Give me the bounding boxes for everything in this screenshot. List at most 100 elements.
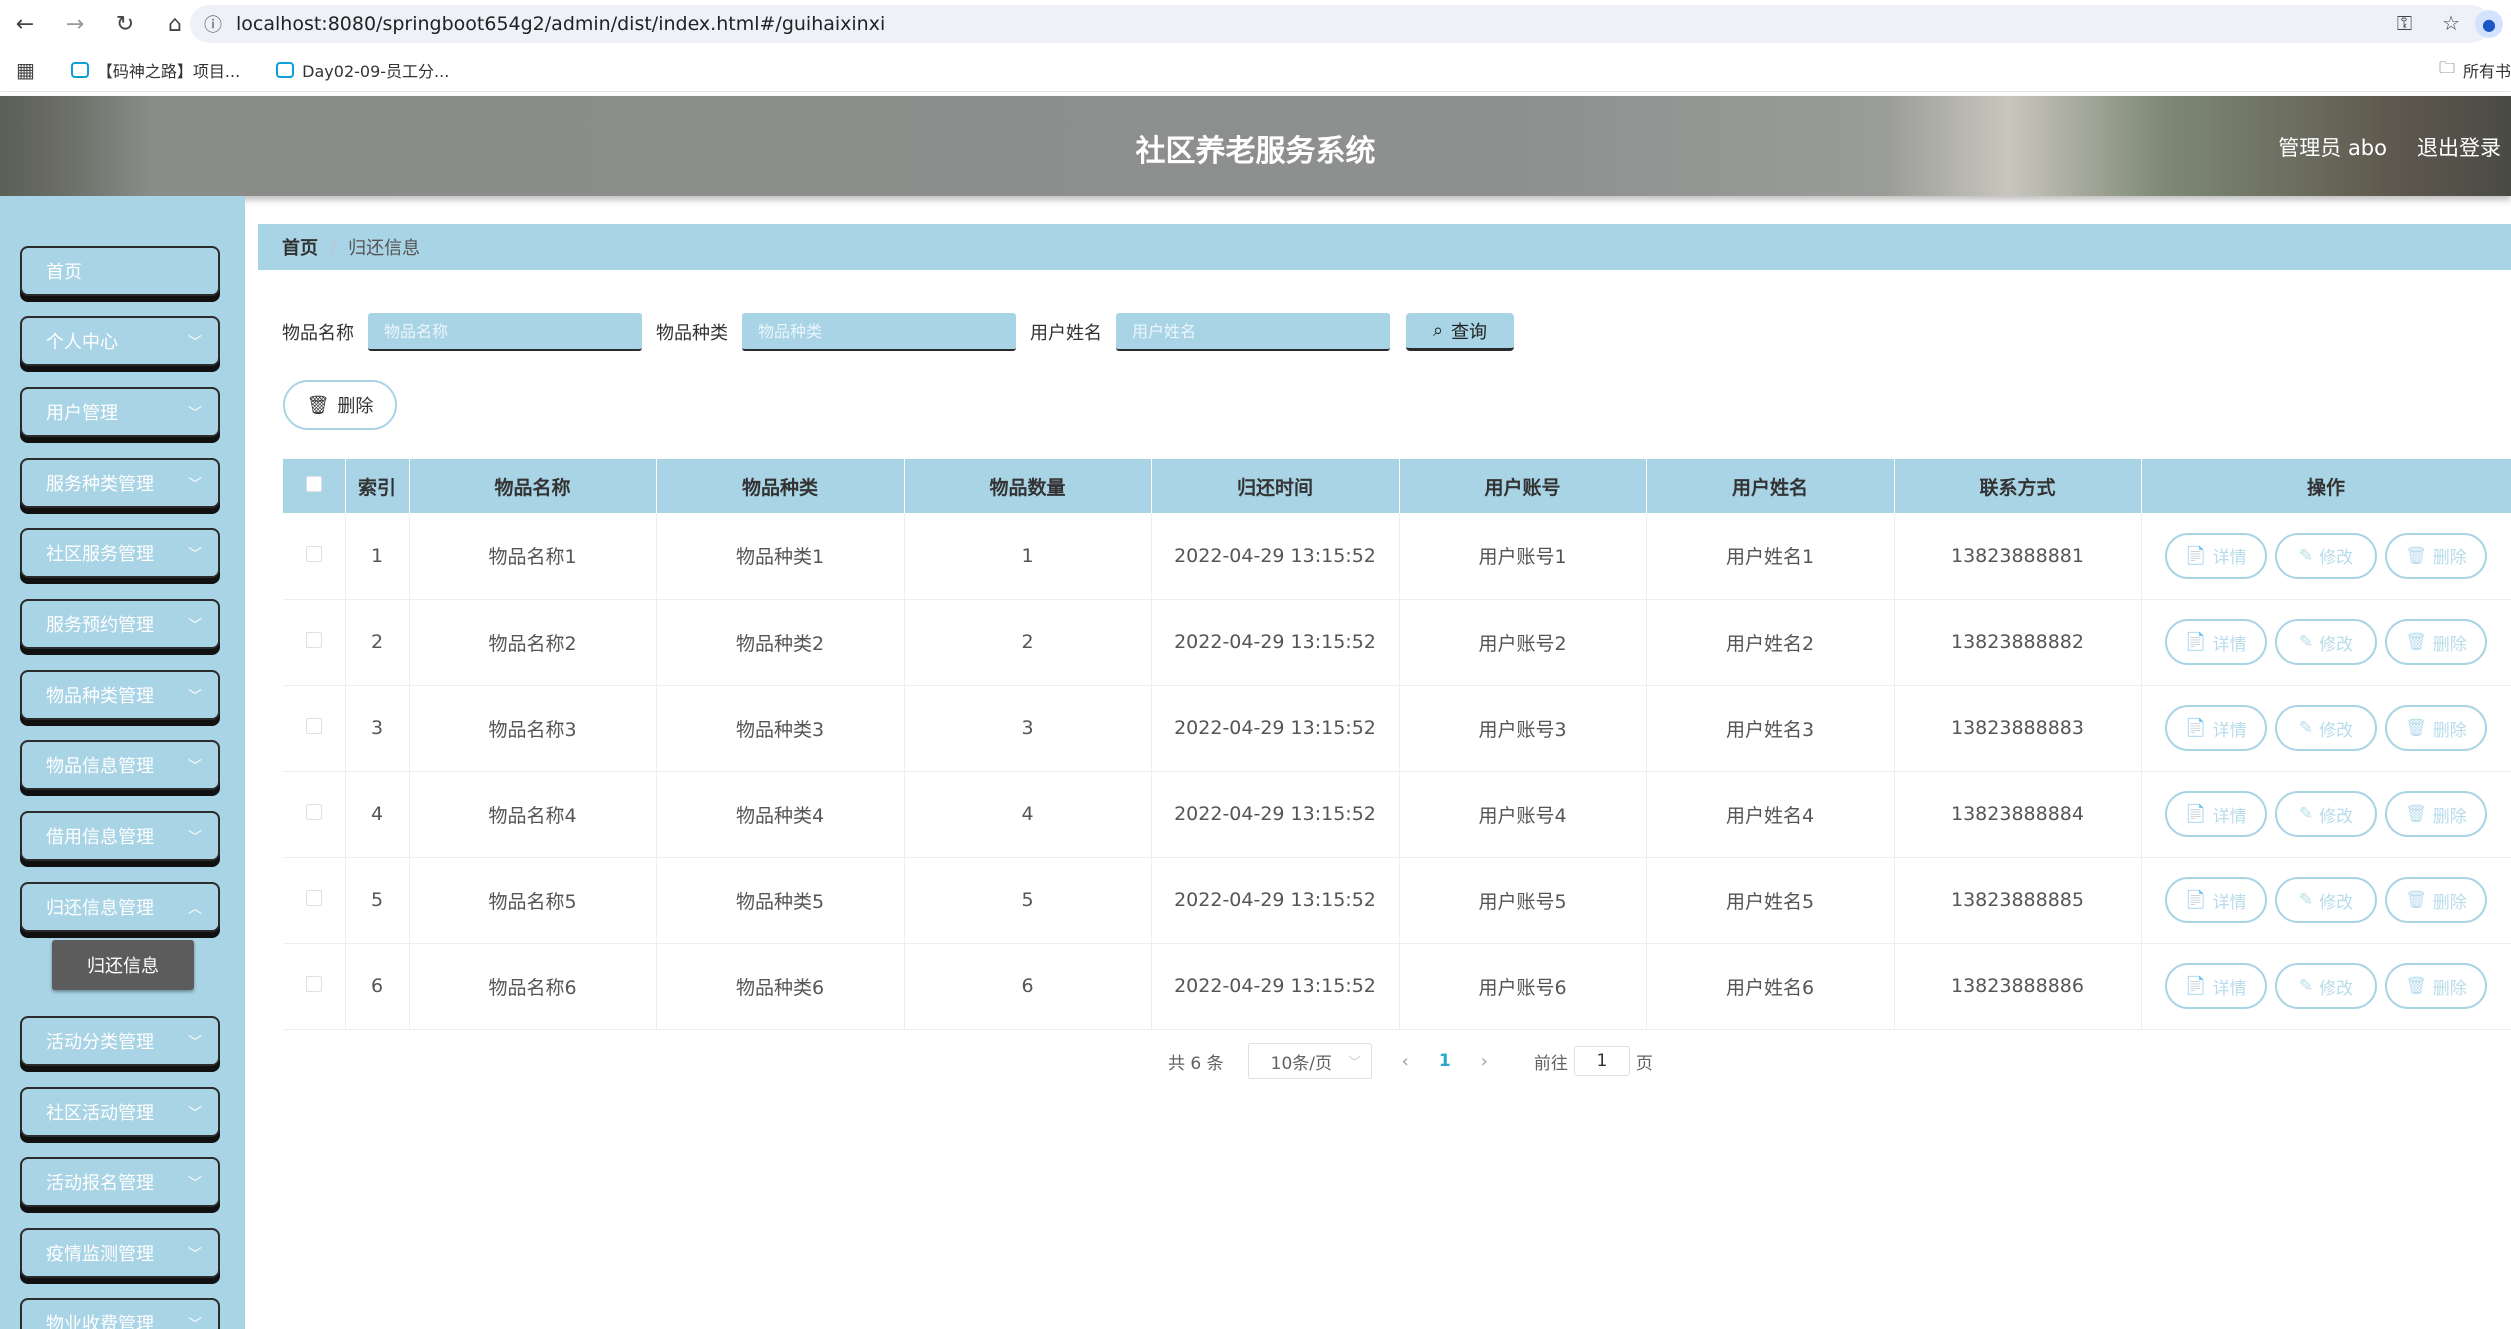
logout-link[interactable]: 退出登录 xyxy=(2417,132,2501,162)
sidebar-item-users[interactable]: 用户管理 ﹀ xyxy=(20,387,220,437)
select-all-cell xyxy=(283,459,346,513)
delete-button[interactable]: 🗑 删除 xyxy=(2385,791,2487,837)
goto-page-input[interactable]: 1 xyxy=(1573,1046,1630,1076)
sidebar-subitem-return-info[interactable]: 归还信息 xyxy=(52,940,194,990)
all-bookmarks[interactable]: 🗀 所有书 xyxy=(2439,48,2511,92)
reload-icon[interactable]: ↻ xyxy=(100,0,150,48)
delete-button[interactable]: 🗑 删除 xyxy=(2385,877,2487,923)
sidebar-item-home[interactable]: 首页 xyxy=(20,246,220,296)
row-select-cell xyxy=(283,685,346,772)
delete-button[interactable]: 🗑 删除 xyxy=(2385,705,2487,751)
back-icon[interactable]: ← xyxy=(0,0,50,48)
bookmark-item[interactable]: 【码神之路】项目... xyxy=(70,58,240,82)
sidebar-item-activity-categories[interactable]: 活动分类管理 ﹀ xyxy=(20,1016,220,1066)
sidebar-item-appointments[interactable]: 服务预约管理 ﹀ xyxy=(20,599,220,649)
column-header[interactable]: 用户账号 xyxy=(1399,459,1647,513)
edit-button[interactable]: ✎ 修改 xyxy=(2275,705,2377,751)
table-row[interactable]: 3 物品名称3 物品种类3 3 2022-04-29 13:15:52 用户账号3 用户姓名… xyxy=(283,685,2511,772)
star-icon[interactable]: ☆ xyxy=(2442,11,2460,35)
delete-button[interactable]: 🗑 删除 xyxy=(2385,963,2487,1009)
user-name-input[interactable] xyxy=(1116,313,1390,351)
page-number-current[interactable]: 1 xyxy=(1439,1051,1451,1071)
query-button[interactable]: ⌕ 查询 xyxy=(1406,313,1514,351)
chevron-down-icon: ﹀ xyxy=(188,618,202,634)
row-checkbox[interactable] xyxy=(305,718,322,734)
delete-button[interactable]: 🗑 删除 xyxy=(2385,619,2487,665)
table-row[interactable]: 1 物品名称1 物品种类1 1 2022-04-29 13:15:52 用户账号1 用户姓名… xyxy=(283,513,2511,600)
sidebar-item-return-info[interactable]: 归还信息管理 ︿ xyxy=(20,882,220,932)
sidebar-item-property-fees[interactable]: 物业收费管理 ﹀ xyxy=(20,1298,220,1329)
delete-button[interactable]: 🗑 删除 xyxy=(2385,532,2487,579)
search-icon: ⌕ xyxy=(1432,320,1444,341)
profile-avatar-icon[interactable]: ● xyxy=(2475,10,2503,38)
detail-button[interactable]: 📄 详情 xyxy=(2165,791,2267,837)
row-checkbox[interactable] xyxy=(305,632,322,648)
site-info-icon[interactable]: ⓘ xyxy=(204,11,222,37)
column-header[interactable]: 物品种类 xyxy=(656,459,905,513)
column-header: 操作 xyxy=(2141,459,2511,513)
bilibili-icon xyxy=(70,61,89,78)
column-header[interactable]: 索引 xyxy=(345,459,410,513)
sidebar-item-item-types[interactable]: 物品种类管理 ﹀ xyxy=(20,670,220,720)
user-account-cell: 用户账号2 xyxy=(1399,599,1647,686)
sidebar-item-service-types[interactable]: 服务种类管理 ﹀ xyxy=(20,458,220,508)
breadcrumb-home[interactable]: 首页 xyxy=(282,234,318,260)
sidebar-item-borrow-info[interactable]: 借用信息管理 ﹀ xyxy=(20,811,220,861)
row-actions-cell: 📄 详情 ✎ 修改 🗑 删除 xyxy=(2141,943,2511,1030)
edit-button[interactable]: ✎ 修改 xyxy=(2275,619,2377,665)
row-checkbox[interactable] xyxy=(305,804,322,820)
bulk-delete-button[interactable]: 🗑 删除 xyxy=(283,380,397,430)
item-name-input[interactable] xyxy=(368,313,642,351)
sidebar-item-community-service[interactable]: 社区服务管理 ﹀ xyxy=(20,528,220,578)
detail-button[interactable]: 📄 详情 xyxy=(2165,963,2267,1009)
detail-button[interactable]: 📄 详情 xyxy=(2165,532,2267,579)
column-header[interactable]: 物品数量 xyxy=(904,459,1152,513)
key-icon[interactable]: ⚿ xyxy=(2397,11,2412,35)
sidebar-item-profile[interactable]: 个人中心 ﹀ xyxy=(20,316,220,366)
sidebar-item-community-activities[interactable]: 社区活动管理 ﹀ xyxy=(20,1087,220,1137)
edit-button[interactable]: ✎ 修改 xyxy=(2275,877,2377,923)
sidebar-item-item-info[interactable]: 物品信息管理 ﹀ xyxy=(20,740,220,790)
detail-button[interactable]: 📄 详情 xyxy=(2165,619,2267,665)
table-row[interactable]: 6 物品名称6 物品种类6 6 2022-04-29 13:15:52 用户账号6 用户姓名… xyxy=(283,943,2511,1030)
row-checkbox[interactable] xyxy=(305,976,322,992)
sidebar-item-epidemic-monitoring[interactable]: 疫情监测管理 ﹀ xyxy=(20,1228,220,1278)
search-form: 物品名称 物品种类 用户姓名 ⌕ 查询 xyxy=(282,312,1514,352)
prev-page-icon[interactable]: ‹ xyxy=(1402,1051,1409,1072)
table-row[interactable]: 4 物品名称4 物品种类4 4 2022-04-29 13:15:52 用户账号4 用户姓名… xyxy=(283,771,2511,858)
detail-button[interactable]: 📄 详情 xyxy=(2165,877,2267,923)
address-bar[interactable]: ⓘ localhost:8080/springboot654g2/admin/d… xyxy=(190,5,2490,43)
forward-icon[interactable]: → xyxy=(50,0,100,48)
item-type-input[interactable] xyxy=(742,313,1016,351)
chevron-down-icon: ﹀ xyxy=(188,406,202,422)
column-header[interactable]: 归还时间 xyxy=(1151,459,1400,513)
column-header[interactable]: 物品名称 xyxy=(409,459,657,513)
user-account-cell: 用户账号3 xyxy=(1399,685,1647,772)
column-header[interactable]: 用户姓名 xyxy=(1646,459,1895,513)
detail-button[interactable]: 📄 详情 xyxy=(2165,705,2267,751)
table-header-row: 索引 物品名称 物品种类 物品数量 归还时间 用户账号 用户姓名 联系方式 操作 xyxy=(283,459,2511,513)
return-time-cell: 2022-04-29 13:15:52 xyxy=(1151,771,1400,858)
sidebar-item-activity-signup[interactable]: 活动报名管理 ﹀ xyxy=(20,1157,220,1207)
table-row[interactable]: 5 物品名称5 物品种类5 5 2022-04-29 13:15:52 用户账号5 用户姓名… xyxy=(283,857,2511,944)
chevron-down-icon: ﹀ xyxy=(188,1247,202,1263)
edit-button[interactable]: ✎ 修改 xyxy=(2275,963,2377,1009)
url-text: localhost:8080/springboot654g2/admin/dis… xyxy=(236,13,886,35)
trash-icon: 🗑 xyxy=(2405,804,2427,824)
chevron-down-icon: ﹀ xyxy=(188,335,202,351)
index-cell: 4 xyxy=(345,771,410,858)
edit-button[interactable]: ✎ 修改 xyxy=(2275,532,2377,579)
breadcrumb: 首页 / 归还信息 xyxy=(258,224,2511,270)
select-all-checkbox[interactable] xyxy=(305,476,322,492)
page-size-select[interactable]: 10条/页 ﹀ xyxy=(1247,1043,1372,1079)
edit-button[interactable]: ✎ 修改 xyxy=(2275,791,2377,837)
item-name-cell: 物品名称1 xyxy=(409,513,657,600)
bookmark-item[interactable]: Day02-09-员工分... xyxy=(276,58,449,82)
apps-grid-icon[interactable]: ▦ xyxy=(16,58,35,82)
detail-icon: 📄 xyxy=(2185,890,2207,910)
next-page-icon[interactable]: › xyxy=(1481,1051,1488,1072)
row-checkbox[interactable] xyxy=(305,545,322,562)
table-row[interactable]: 2 物品名称2 物品种类2 2 2022-04-29 13:15:52 用户账号2 用户姓名… xyxy=(283,599,2511,686)
column-header[interactable]: 联系方式 xyxy=(1894,459,2142,513)
row-checkbox[interactable] xyxy=(305,890,322,906)
